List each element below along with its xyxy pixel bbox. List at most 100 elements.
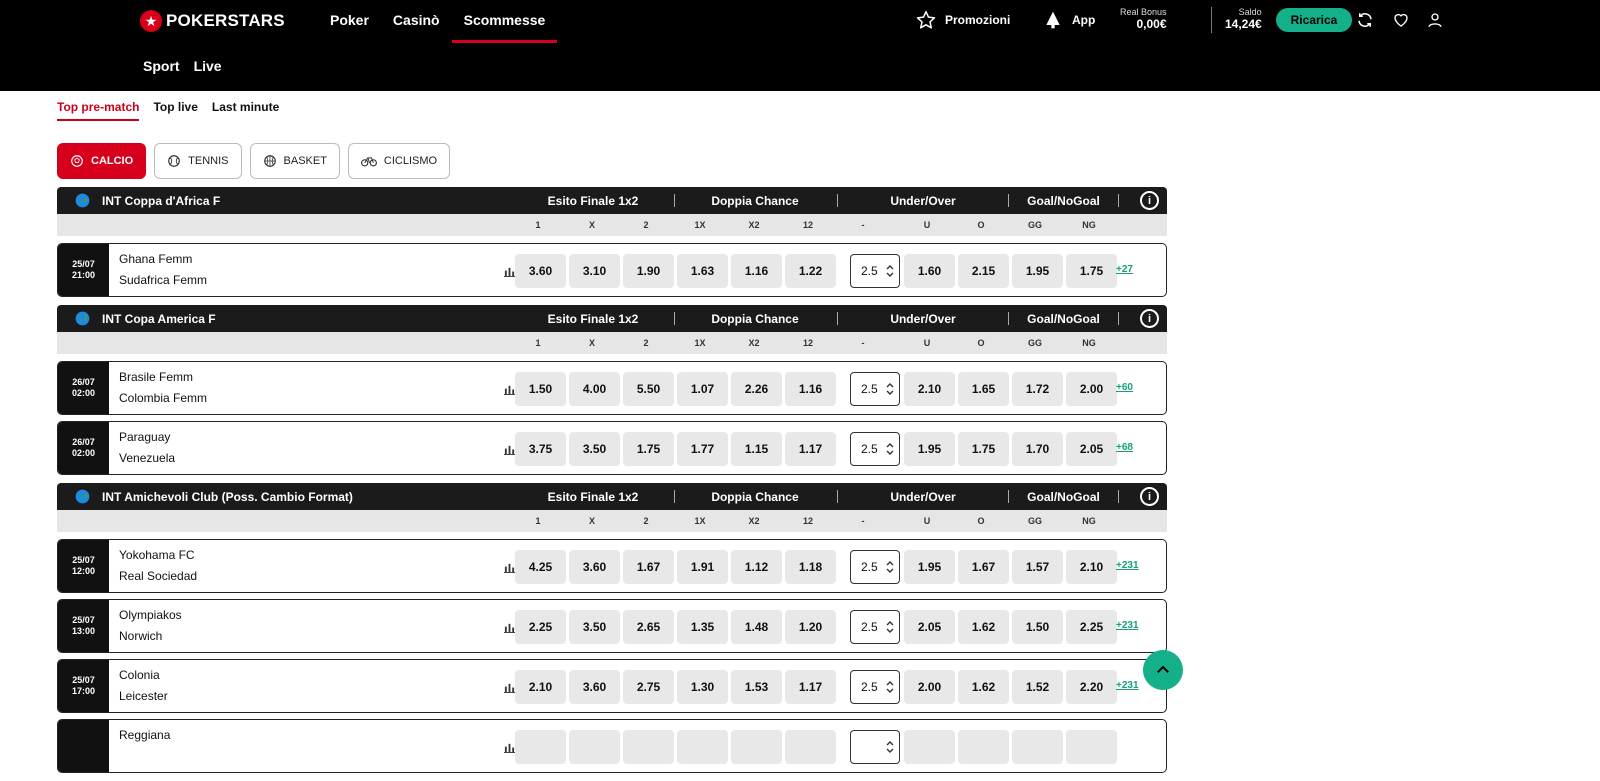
under-over-odd-button[interactable]: 2.10 bbox=[904, 372, 955, 406]
line-selector[interactable]: 2.5 bbox=[850, 432, 900, 466]
odd-button[interactable] bbox=[785, 730, 836, 764]
goal-nogoal-odd-button[interactable]: 1.70 bbox=[1012, 432, 1063, 466]
stats-icon[interactable] bbox=[504, 264, 515, 282]
more-markets-link[interactable]: +68 bbox=[1116, 442, 1133, 453]
odd-button[interactable] bbox=[623, 730, 674, 764]
line-selector[interactable]: 2.5 bbox=[850, 610, 900, 644]
under-over-odd-button[interactable]: 1.67 bbox=[958, 550, 1009, 584]
under-over-odd-button[interactable]: 2.05 bbox=[904, 610, 955, 644]
under-over-odd-button[interactable]: 2.15 bbox=[958, 254, 1009, 288]
sport-basket[interactable]: BASKET bbox=[249, 143, 340, 179]
nav-poker[interactable]: Poker bbox=[318, 0, 381, 43]
match-row[interactable]: 25/07 12:00 Yokohama FC Real Sociedad 4.25 3.… bbox=[57, 539, 1167, 593]
goal-nogoal-odd-button[interactable] bbox=[1012, 730, 1063, 764]
match-row[interactable]: 25/07 21:00 Ghana Femm Sudafrica Femm 3.60 3.… bbox=[57, 243, 1167, 297]
odd-button[interactable] bbox=[731, 730, 782, 764]
info-icon[interactable]: i bbox=[1140, 191, 1159, 210]
odd-button[interactable]: 3.60 bbox=[569, 670, 620, 704]
subnav-sport[interactable]: Sport bbox=[136, 58, 187, 74]
goal-nogoal-odd-button[interactable]: 1.52 bbox=[1012, 670, 1063, 704]
odd-button[interactable]: 1.07 bbox=[677, 372, 728, 406]
refresh-icon[interactable] bbox=[1355, 10, 1375, 30]
line-selector[interactable] bbox=[850, 730, 900, 764]
tab-last-minute[interactable]: Last minute bbox=[212, 100, 279, 121]
line-selector[interactable]: 2.5 bbox=[850, 254, 900, 288]
topup-button[interactable]: Ricarica bbox=[1276, 8, 1352, 32]
line-selector[interactable]: 2.5 bbox=[850, 550, 900, 584]
info-icon[interactable]: i bbox=[1140, 309, 1159, 328]
more-markets-link[interactable]: +27 bbox=[1116, 264, 1133, 275]
odd-button[interactable]: 1.77 bbox=[677, 432, 728, 466]
odd-button[interactable]: 3.10 bbox=[569, 254, 620, 288]
odd-button[interactable]: 3.50 bbox=[569, 610, 620, 644]
goal-nogoal-odd-button[interactable] bbox=[1066, 730, 1117, 764]
match-row[interactable]: 25/07 13:00 Olympiakos Norwich 2.25 3.50 2.65 1… bbox=[57, 599, 1167, 653]
goal-nogoal-odd-button[interactable]: 2.25 bbox=[1066, 610, 1117, 644]
sport-tennis[interactable]: TENNIS bbox=[154, 143, 242, 179]
odd-button[interactable]: 4.00 bbox=[569, 372, 620, 406]
odd-button[interactable]: 1.30 bbox=[677, 670, 728, 704]
odd-button[interactable]: 1.16 bbox=[731, 254, 782, 288]
goal-nogoal-odd-button[interactable]: 1.95 bbox=[1012, 254, 1063, 288]
nav-scommesse[interactable]: Scommesse bbox=[451, 0, 558, 43]
nav-casino[interactable]: Casinò bbox=[381, 0, 452, 43]
odd-button[interactable]: 1.17 bbox=[785, 432, 836, 466]
odd-button[interactable]: 3.60 bbox=[515, 254, 566, 288]
goal-nogoal-odd-button[interactable]: 1.75 bbox=[1066, 254, 1117, 288]
odd-button[interactable]: 1.75 bbox=[623, 432, 674, 466]
promotions-link[interactable]: Promozioni bbox=[915, 9, 1010, 31]
more-markets-link[interactable]: +231 bbox=[1116, 680, 1139, 691]
stats-icon[interactable] bbox=[504, 382, 515, 400]
match-row[interactable]: Reggiana bbox=[57, 719, 1167, 773]
under-over-odd-button[interactable] bbox=[958, 730, 1009, 764]
goal-nogoal-odd-button[interactable]: 2.10 bbox=[1066, 550, 1117, 584]
goal-nogoal-odd-button[interactable]: 1.57 bbox=[1012, 550, 1063, 584]
pokerstars-logo[interactable]: ★ POKERSTARS bbox=[140, 9, 285, 33]
odd-button[interactable]: 1.48 bbox=[731, 610, 782, 644]
odd-button[interactable]: 3.50 bbox=[569, 432, 620, 466]
odd-button[interactable]: 1.67 bbox=[623, 550, 674, 584]
goal-nogoal-odd-button[interactable]: 2.00 bbox=[1066, 372, 1117, 406]
odd-button[interactable]: 1.63 bbox=[677, 254, 728, 288]
stats-icon[interactable] bbox=[504, 680, 515, 698]
odd-button[interactable]: 5.50 bbox=[623, 372, 674, 406]
under-over-odd-button[interactable]: 1.95 bbox=[904, 550, 955, 584]
odd-button[interactable]: 2.10 bbox=[515, 670, 566, 704]
odd-button[interactable]: 1.12 bbox=[731, 550, 782, 584]
odd-button[interactable]: 3.75 bbox=[515, 432, 566, 466]
under-over-odd-button[interactable]: 1.75 bbox=[958, 432, 1009, 466]
line-selector[interactable]: 2.5 bbox=[850, 372, 900, 406]
user-icon[interactable] bbox=[1425, 10, 1445, 30]
under-over-odd-button[interactable]: 1.65 bbox=[958, 372, 1009, 406]
odd-button[interactable]: 2.65 bbox=[623, 610, 674, 644]
under-over-odd-button[interactable]: 1.60 bbox=[904, 254, 955, 288]
more-markets-link[interactable]: +231 bbox=[1116, 620, 1139, 631]
stats-icon[interactable] bbox=[504, 740, 515, 758]
odd-button[interactable]: 1.18 bbox=[785, 550, 836, 584]
match-row[interactable]: 25/07 17:00 Colonia Leicester 2.10 3.60 2.75 1.… bbox=[57, 659, 1167, 713]
goal-nogoal-odd-button[interactable]: 1.50 bbox=[1012, 610, 1063, 644]
odd-button[interactable] bbox=[677, 730, 728, 764]
more-markets-link[interactable]: +60 bbox=[1116, 382, 1133, 393]
match-row[interactable]: 26/07 02:00 Brasile Femm Colombia Femm 1.50 4… bbox=[57, 361, 1167, 415]
odd-button[interactable]: 1.90 bbox=[623, 254, 674, 288]
line-selector[interactable]: 2.5 bbox=[850, 670, 900, 704]
tab-top-pre-match[interactable]: Top pre-match bbox=[57, 100, 140, 121]
under-over-odd-button[interactable] bbox=[904, 730, 955, 764]
odd-button[interactable]: 1.20 bbox=[785, 610, 836, 644]
app-link[interactable]: App bbox=[1042, 9, 1095, 31]
goal-nogoal-odd-button[interactable]: 2.20 bbox=[1066, 670, 1117, 704]
odd-button[interactable]: 1.16 bbox=[785, 372, 836, 406]
tab-top-live[interactable]: Top live bbox=[153, 100, 197, 121]
goal-nogoal-odd-button[interactable]: 2.05 bbox=[1066, 432, 1117, 466]
stats-icon[interactable] bbox=[504, 620, 515, 638]
odd-button[interactable]: 1.53 bbox=[731, 670, 782, 704]
stats-icon[interactable] bbox=[504, 560, 515, 578]
odd-button[interactable]: 1.22 bbox=[785, 254, 836, 288]
under-over-odd-button[interactable]: 2.00 bbox=[904, 670, 955, 704]
under-over-odd-button[interactable]: 1.95 bbox=[904, 432, 955, 466]
under-over-odd-button[interactable]: 1.62 bbox=[958, 670, 1009, 704]
odd-button[interactable]: 1.50 bbox=[515, 372, 566, 406]
under-over-odd-button[interactable]: 1.62 bbox=[958, 610, 1009, 644]
odd-button[interactable]: 1.17 bbox=[785, 670, 836, 704]
